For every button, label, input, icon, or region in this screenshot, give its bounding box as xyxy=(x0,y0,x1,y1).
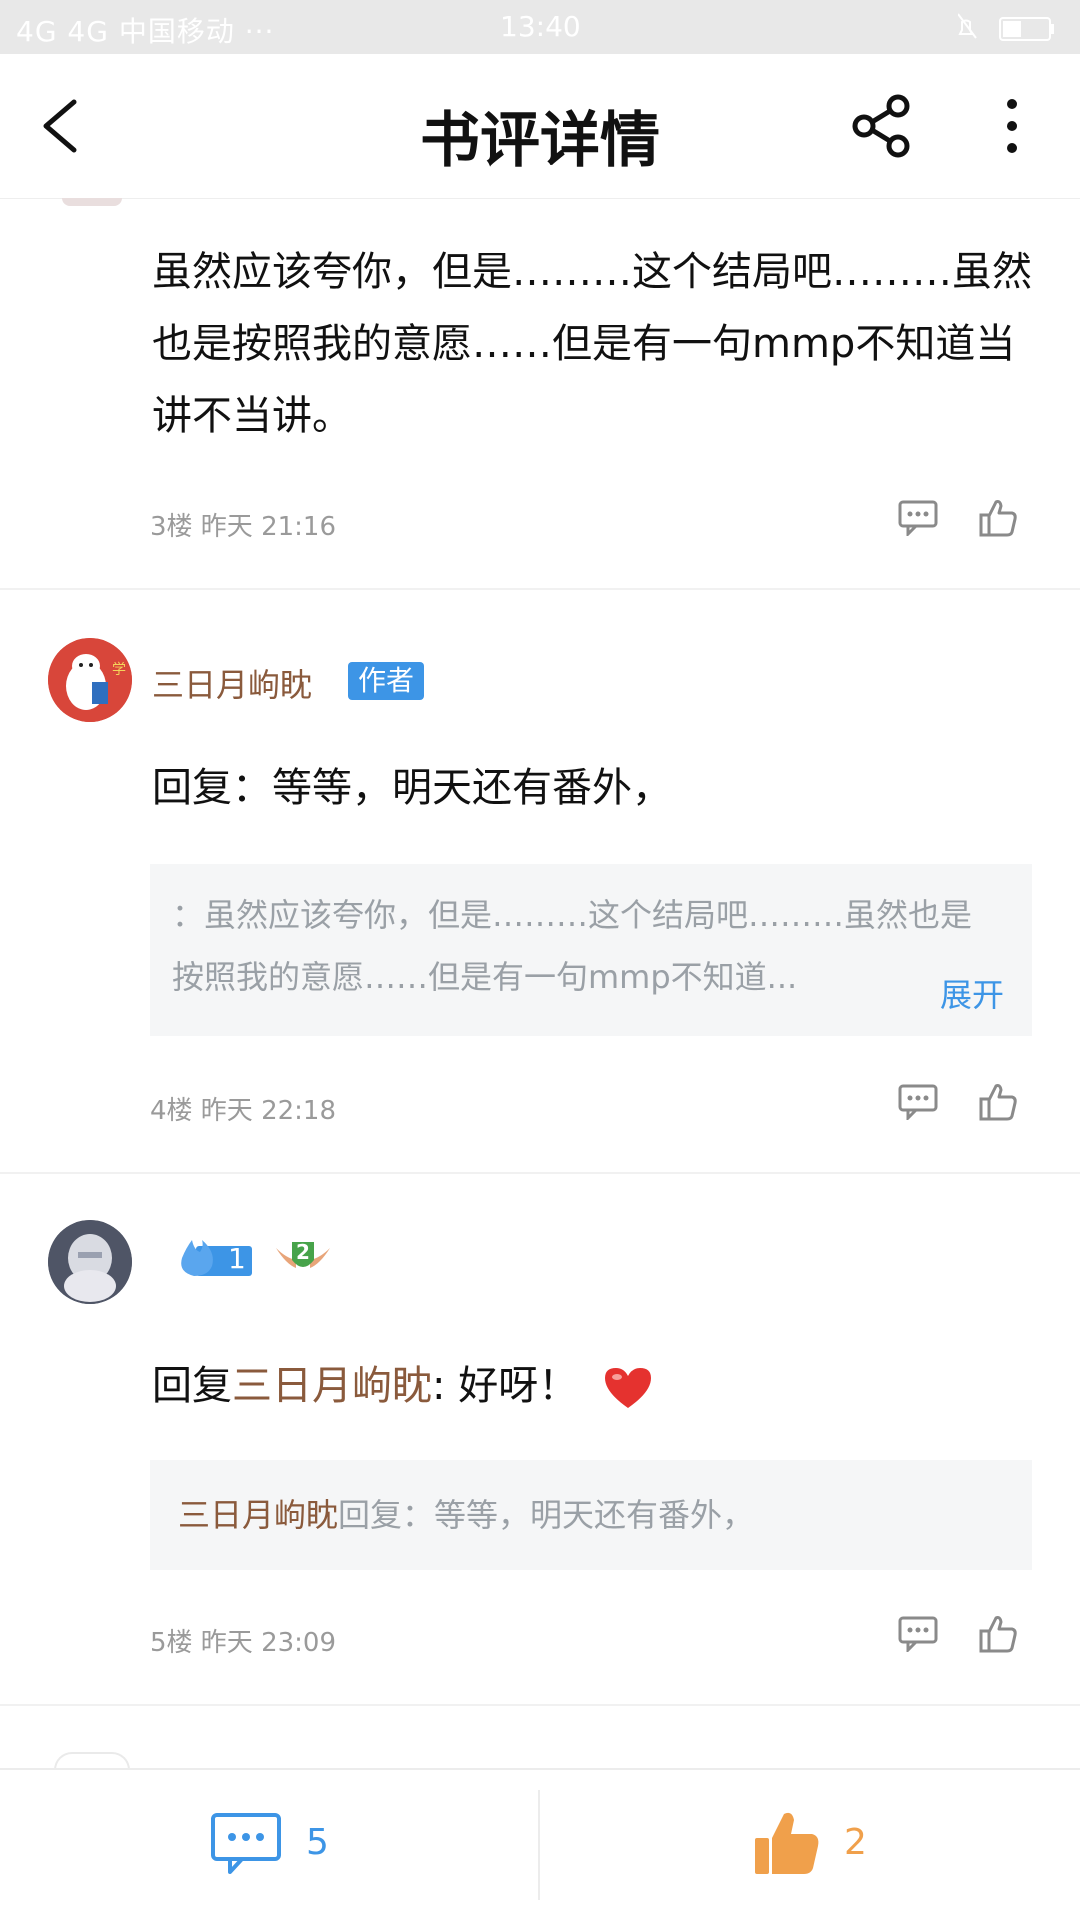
comment-meta: 5楼 昨天 23:09 xyxy=(150,1628,336,1658)
heart-emoji-icon xyxy=(604,1368,651,1408)
quoted-comment[interactable]: ：虽然应该夸你，但是………这个结局吧………虽然也是按照我的意愿……但是有一句mm… xyxy=(150,864,1032,1036)
like-button[interactable] xyxy=(978,498,1018,542)
anime-avatar-icon xyxy=(48,1220,132,1304)
comment-count-button[interactable]: 5 xyxy=(210,1812,329,1880)
reply-text: : 好呀！ xyxy=(432,1363,579,1409)
expand-link[interactable]: 展开 xyxy=(940,970,1004,1016)
battery-icon xyxy=(999,17,1054,41)
divider xyxy=(0,588,1080,590)
cat-avatar-icon: 学 xyxy=(48,638,132,722)
comment-count: 5 xyxy=(306,1822,329,1863)
username[interactable]: 三日月岣眈 xyxy=(152,660,312,706)
quoted-text: ：虽然应该夸你，但是………这个结局吧………虽然也是按照我的意愿……但是有一句mm… xyxy=(172,896,973,996)
fire-level: 1 xyxy=(228,1242,246,1275)
divider xyxy=(0,1704,1080,1706)
like-button[interactable] xyxy=(978,1082,1018,1126)
author-badge: 作者 xyxy=(348,662,425,700)
clock: 13:40 xyxy=(500,10,581,43)
bottom-action-bar: 5 2 xyxy=(0,1768,1080,1922)
chat-bubble-icon xyxy=(898,500,938,538)
svg-text:学: 学 xyxy=(112,662,126,678)
medal-badge: 2 xyxy=(272,1238,334,1282)
fire-level-badge: 1 xyxy=(176,1236,256,1284)
avatar[interactable] xyxy=(62,198,122,206)
carrier-label: 4G 4G 中国移动 ··· xyxy=(16,15,275,48)
reply-button[interactable] xyxy=(898,1616,938,1656)
like-count-button[interactable]: 2 xyxy=(752,1808,867,1882)
mute-icon xyxy=(957,13,977,39)
status-bar: 4G 4G 中国移动 ··· 13:40 xyxy=(0,0,1080,54)
more-button[interactable] xyxy=(1000,96,1024,160)
comment-text: 回复：等等，明天还有番外， xyxy=(152,765,672,811)
medal-level: 2 xyxy=(296,1240,310,1264)
chat-bubble-icon xyxy=(898,1084,938,1122)
avatar[interactable] xyxy=(48,1220,132,1304)
comment-meta: 3楼 昨天 21:16 xyxy=(150,512,336,542)
avatar[interactable]: 学 xyxy=(48,638,132,722)
quoted-username[interactable]: 三日月岣眈 xyxy=(178,1496,338,1534)
comment-meta: 4楼 昨天 22:18 xyxy=(150,1096,336,1126)
share-button[interactable] xyxy=(850,94,914,162)
comment-bubble-icon xyxy=(211,1813,281,1874)
share-icon xyxy=(852,94,910,158)
reply-button[interactable] xyxy=(898,500,938,540)
divider xyxy=(0,1172,1080,1174)
quoted-text: 三日月岣眈回复：等等，明天还有番外， xyxy=(178,1484,998,1546)
thumbs-up-icon xyxy=(979,1616,1017,1653)
thumbs-up-icon xyxy=(979,1084,1017,1121)
reply-prefix: 回复 xyxy=(152,1363,232,1409)
status-icons xyxy=(957,12,1058,46)
nav-bar: 书评详情 xyxy=(0,54,1080,199)
thumbs-up-filled-icon xyxy=(755,1812,819,1874)
quoted-body: 回复：等等，明天还有番外， xyxy=(338,1496,755,1534)
comment-text: 虽然应该夸你，但是………这个结局吧………虽然也是按照我的意愿……但是有一句mmp… xyxy=(152,249,1032,439)
more-vertical-icon xyxy=(1007,99,1017,153)
like-button[interactable] xyxy=(978,1614,1018,1658)
chat-bubble-icon xyxy=(898,1616,938,1654)
reply-username[interactable]: 三日月岣眈 xyxy=(232,1363,432,1409)
reply-button[interactable] xyxy=(898,1084,938,1124)
divider xyxy=(538,1790,540,1900)
quoted-comment[interactable]: 三日月岣眈回复：等等，明天还有番外， xyxy=(150,1460,1032,1570)
page-title: 书评详情 xyxy=(420,106,660,176)
thumbs-up-icon xyxy=(979,500,1017,537)
like-count: 2 xyxy=(844,1822,867,1863)
comment-text: 回复三日月岣眈: 好呀！ xyxy=(152,1350,1032,1422)
